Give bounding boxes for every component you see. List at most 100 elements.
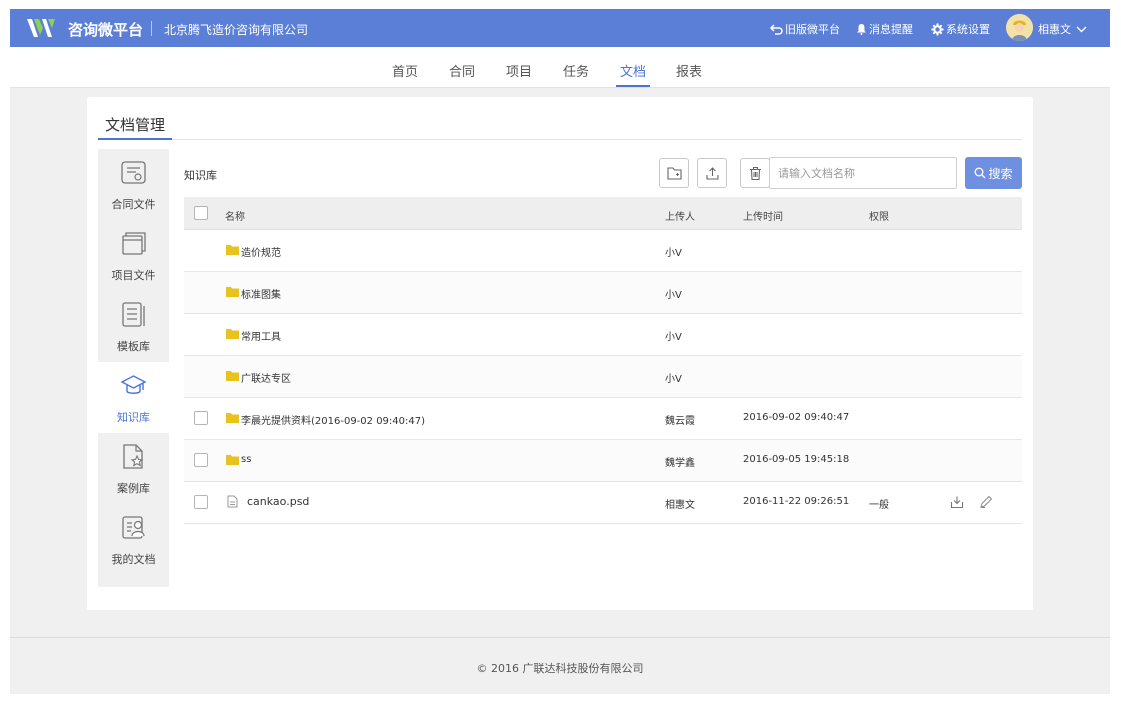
nav-project[interactable]: 项目 — [506, 61, 532, 80]
chevron-down-icon — [1076, 26, 1087, 32]
edit-pencil-icon[interactable] — [979, 495, 993, 509]
row-uploader: 魏云霞 — [665, 416, 695, 427]
sidebar-label-knowledge-base: 知识库 — [117, 411, 150, 424]
row-name[interactable]: 李晨光提供资料(2016-09-02 09:40:47) — [241, 412, 425, 427]
row-uploader: 小V — [665, 290, 682, 301]
header-name: 名称 — [225, 212, 245, 223]
sidebar-item-contract-files[interactable]: 合同文件 — [98, 149, 169, 220]
nav-task[interactable]: 任务 — [563, 61, 589, 80]
new-folder-button[interactable] — [659, 158, 689, 188]
user-name: 相惠文 — [1038, 23, 1071, 36]
nav-home[interactable]: 首页 — [392, 61, 418, 80]
row-permission: 一般 — [869, 500, 889, 511]
app-frame: 咨询微平台 北京腾飞造价咨询有限公司 旧版微平台 消息提醒 系统设置 相惠文 首… — [10, 9, 1110, 694]
old-version-label: 旧版微平台 — [785, 23, 840, 36]
notifications-link[interactable]: 消息提醒 — [856, 21, 913, 37]
sidebar-label-project-files: 项目文件 — [111, 269, 156, 282]
row-name[interactable]: 广联达专区 — [241, 370, 291, 385]
sidebar-label-templates: 模板库 — [117, 340, 150, 353]
table-row[interactable]: cankao.psd 相惠文 2016-11-22 09:26:51 一般 — [184, 482, 1022, 524]
sidebar-item-case-library[interactable]: 案例库 — [98, 433, 169, 504]
sidebar-item-templates[interactable]: 模板库 — [98, 291, 169, 362]
footer-copyright: © 2016 广联达科技股份有限公司 — [476, 662, 644, 675]
graduation-cap-icon — [120, 375, 147, 394]
main-nav: 首页 合同 项目 任务 文档 报表 — [10, 47, 1110, 88]
row-checkbox[interactable] — [194, 495, 208, 509]
row-checkbox[interactable] — [194, 453, 208, 467]
sidebar-label-my-docs: 我的文档 — [111, 553, 156, 566]
trash-icon — [750, 166, 761, 181]
row-uploader: 小V — [665, 374, 682, 385]
sidebar-active-arrow — [169, 394, 175, 408]
sidebar-item-knowledge-base[interactable]: 知识库 — [98, 362, 169, 433]
nav-reports[interactable]: 报表 — [676, 61, 702, 80]
row-name[interactable]: cankao.psd — [247, 495, 309, 508]
nav-contract[interactable]: 合同 — [449, 61, 475, 80]
footer-divider — [10, 637, 1110, 638]
table-row[interactable]: 标准图集 小V — [184, 272, 1022, 314]
user-menu[interactable]: 相惠文 — [1038, 21, 1089, 37]
select-all-checkbox[interactable] — [194, 206, 208, 220]
download-icon[interactable] — [950, 495, 964, 509]
template-icon — [122, 302, 145, 327]
row-name[interactable]: 常用工具 — [241, 328, 281, 343]
old-version-link[interactable]: 旧版微平台 — [770, 21, 840, 37]
user-avatar-icon — [1006, 14, 1033, 41]
folder-icon — [226, 371, 239, 381]
delete-button[interactable] — [740, 158, 770, 188]
table-row[interactable]: 常用工具 小V — [184, 314, 1022, 356]
return-arrow-icon — [770, 23, 783, 35]
file-icon — [227, 495, 238, 508]
upload-button[interactable] — [697, 158, 727, 188]
row-uploader: 小V — [665, 332, 682, 343]
row-name[interactable]: ss — [241, 454, 251, 465]
table-row[interactable]: 李晨光提供资料(2016-09-02 09:40:47) 魏云霞 2016-09… — [184, 398, 1022, 440]
brand-divider — [151, 21, 152, 36]
card-title-divider — [98, 139, 1022, 140]
table-header: 名称 上传人 上传时间 权限 — [184, 197, 1022, 230]
case-star-icon — [123, 444, 144, 469]
search-button-label: 搜索 — [988, 166, 1013, 181]
row-upload-time: 2016-09-05 19:45:18 — [743, 454, 850, 465]
table-row[interactable]: 广联达专区 小V — [184, 356, 1022, 398]
project-file-icon — [122, 232, 146, 255]
new-folder-icon — [667, 167, 682, 180]
company-name: 北京腾飞造价咨询有限公司 — [164, 23, 309, 37]
row-uploader: 魏学鑫 — [665, 458, 695, 469]
sidebar-item-project-files[interactable]: 项目文件 — [98, 220, 169, 291]
brand-name: 咨询微平台 — [68, 21, 144, 39]
folder-icon — [226, 413, 239, 423]
user-avatar[interactable] — [1006, 14, 1033, 41]
document-management-card: 文档管理 合同文件 项目文件 模板库 知识库 案例库 我的文档 知识库 请输入文… — [87, 97, 1033, 610]
folder-icon — [226, 245, 239, 255]
folder-icon — [226, 455, 239, 465]
brand-logo-icon[interactable] — [26, 16, 56, 40]
card-title-underline — [98, 138, 172, 140]
row-upload-time: 2016-09-02 09:40:47 — [743, 412, 850, 423]
contract-file-icon — [121, 161, 146, 184]
nav-active-indicator — [616, 85, 650, 87]
gear-icon — [931, 23, 944, 35]
document-search-input[interactable] — [769, 157, 957, 189]
sidebar-item-my-docs[interactable]: 我的文档 — [98, 504, 169, 575]
top-header: 咨询微平台 北京腾飞造价咨询有限公司 旧版微平台 消息提醒 系统设置 相惠文 — [10, 9, 1110, 47]
search-button[interactable]: 搜索 — [965, 157, 1022, 189]
nav-documents[interactable]: 文档 — [620, 61, 646, 80]
card-title: 文档管理 — [105, 116, 166, 134]
notifications-label: 消息提醒 — [869, 23, 913, 36]
sidebar-label-contract-files: 合同文件 — [111, 198, 156, 211]
settings-label: 系统设置 — [946, 23, 990, 36]
table-row[interactable]: 造价规范 小V — [184, 230, 1022, 272]
row-name[interactable]: 造价规范 — [241, 244, 281, 259]
breadcrumb: 知识库 — [184, 169, 217, 182]
row-uploader: 小V — [665, 248, 682, 259]
sidebar-label-case-library: 案例库 — [117, 482, 150, 495]
row-checkbox[interactable] — [194, 411, 208, 425]
search-icon — [975, 167, 986, 179]
header-uploader: 上传人 — [665, 212, 695, 223]
settings-link[interactable]: 系统设置 — [931, 21, 990, 37]
folder-icon — [226, 287, 239, 297]
row-name[interactable]: 标准图集 — [241, 286, 281, 301]
folder-icon — [226, 329, 239, 339]
table-row[interactable]: ss 魏学鑫 2016-09-05 19:45:18 — [184, 440, 1022, 482]
